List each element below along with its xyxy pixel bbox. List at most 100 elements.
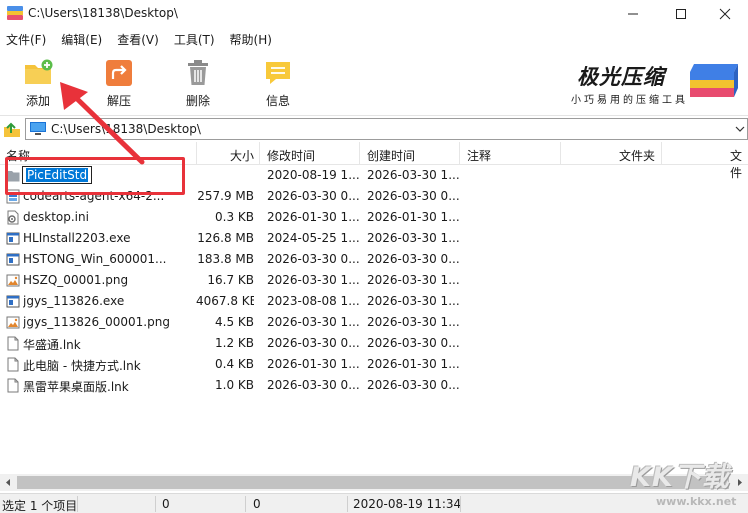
- app-icon: [7, 6, 23, 20]
- file-row[interactable]: 此电脑 - 快捷方式.lnk 0.4 KB 2026-01-30 1... 2026-…: [0, 354, 748, 375]
- file-size: 4067.8 KB: [196, 294, 254, 308]
- file-size: 1.2 KB: [215, 336, 254, 350]
- trash-icon: [188, 60, 208, 85]
- file-created: 2026-01-30 1...: [367, 210, 460, 224]
- file-name: 华盛通.lnk: [23, 338, 81, 352]
- status-date: 2020-08-19 11:34: [353, 497, 462, 511]
- file-created: 2026-03-30 1...: [367, 168, 460, 182]
- info-button[interactable]: 信息: [250, 58, 306, 114]
- file-created: 2026-01-30 1...: [367, 357, 460, 371]
- info-icon: [266, 62, 290, 84]
- window-title: C:\Users\18138\Desktop\: [28, 6, 178, 20]
- exe-icon: [6, 231, 20, 246]
- file-size: 16.7 KB: [207, 273, 254, 287]
- watermark-url: www.kkx.net: [656, 495, 737, 508]
- file-size: 0.3 KB: [215, 210, 254, 224]
- delete-label: 删除: [185, 94, 210, 108]
- file-modified: 2026-01-30 1...: [267, 357, 360, 371]
- title-bar: C:\Users\18138\Desktop\: [0, 0, 748, 28]
- file-row[interactable]: desktop.ini 0.3 KB 2026-01-30 1... 2026-01-…: [0, 207, 748, 228]
- menu-tools[interactable]: 工具(T): [174, 31, 215, 48]
- status-value-1: 0: [162, 497, 170, 511]
- file-created: 2026-03-30 1...: [367, 231, 460, 245]
- file-modified: 2024-05-25 1...: [267, 231, 360, 245]
- menu-view[interactable]: 查看(V): [117, 31, 159, 48]
- file-row[interactable]: jgys_113826_00001.png 4.5 KB 2026-03-30 1.…: [0, 312, 748, 333]
- close-icon: [719, 8, 731, 20]
- file-row[interactable]: 华盛通.lnk 1.2 KB 2026-03-30 0... 2026-03-30 0…: [0, 333, 748, 354]
- menu-bar: 文件(F) 编辑(E) 查看(V) 工具(T) 帮助(H): [0, 28, 748, 50]
- file-row[interactable]: 黑雷苹果桌面版.lnk 1.0 KB 2026-03-30 0... 2026-03-…: [0, 375, 748, 396]
- image-icon: [6, 315, 20, 330]
- file-created: 2026-03-30 0...: [367, 336, 460, 350]
- file-size: 1.0 KB: [215, 378, 254, 392]
- settings-file-icon: [6, 210, 20, 225]
- maximize-icon: [676, 9, 686, 19]
- col-created[interactable]: 创建时间: [367, 147, 415, 164]
- file-size: 126.8 MB: [197, 231, 254, 245]
- file-modified: 2026-03-30 0...: [267, 189, 360, 203]
- close-button[interactable]: [702, 0, 748, 28]
- col-folders[interactable]: 文件夹: [619, 147, 655, 164]
- file-size: 257.9 MB: [197, 189, 254, 203]
- status-selection: 选定 1 个项目: [2, 499, 78, 513]
- watermark-title: KK下载: [630, 462, 730, 493]
- file-created: 2026-03-30 1...: [367, 315, 460, 329]
- status-value-2: 0: [253, 497, 261, 511]
- info-label: 信息: [265, 94, 290, 108]
- file-created: 2026-03-30 0...: [367, 252, 460, 266]
- col-size[interactable]: 大小: [230, 147, 254, 164]
- file-modified: 2026-03-30 0...: [267, 378, 360, 392]
- minimize-button[interactable]: [610, 0, 656, 28]
- exe-icon: [6, 294, 20, 309]
- watermark: KK下载 www.kkx.net: [622, 455, 746, 513]
- file-modified: 2026-03-30 0...: [267, 336, 360, 350]
- file-modified: 2023-08-08 1...: [267, 294, 360, 308]
- file-row[interactable]: jgys_113826.exe 4067.8 KB 2023-08-08 1... 2…: [0, 291, 748, 312]
- file-icon: [6, 378, 20, 393]
- annotation-arrow-icon: [60, 82, 145, 165]
- delete-button[interactable]: 删除: [170, 58, 226, 114]
- file-icon: [6, 357, 20, 372]
- file-list: PicEditStd 2020-08-19 1... 2026-03-30 1...…: [0, 165, 748, 396]
- add-label: 添加: [25, 94, 50, 108]
- brand-name: 极光压缩: [577, 64, 665, 89]
- file-icon: [6, 336, 20, 351]
- maximize-button[interactable]: [658, 0, 704, 28]
- file-created: 2026-03-30 0...: [367, 378, 460, 392]
- file-row[interactable]: HLInstall2203.exe 126.8 MB 2024-05-25 1...…: [0, 228, 748, 249]
- col-modified[interactable]: 修改时间: [267, 147, 315, 164]
- file-created: 2026-03-30 0...: [367, 189, 460, 203]
- exe-icon: [6, 252, 20, 267]
- file-name: HLInstall2203.exe: [23, 231, 131, 245]
- file-modified: 2026-01-30 1...: [267, 210, 360, 224]
- file-name: jgys_113826.exe: [23, 294, 125, 308]
- chevron-down-icon[interactable]: [735, 125, 745, 133]
- brand-icon: [690, 64, 738, 97]
- file-modified: 2026-03-30 1...: [267, 315, 360, 329]
- scroll-left-icon[interactable]: [4, 478, 12, 487]
- file-modified: 2026-03-30 0...: [267, 252, 360, 266]
- computer-icon: [30, 122, 46, 135]
- image-icon: [6, 273, 20, 288]
- col-comment[interactable]: 注释: [467, 147, 491, 164]
- file-name: 黑雷苹果桌面版.lnk: [23, 380, 129, 394]
- file-created: 2026-03-30 1...: [367, 294, 460, 308]
- brand-tagline: 小巧易用的压缩工具: [571, 95, 688, 106]
- file-size: 183.8 MB: [197, 252, 254, 266]
- menu-edit[interactable]: 编辑(E): [61, 31, 102, 48]
- add-folder-icon: [25, 59, 53, 84]
- file-size: 4.5 KB: [215, 315, 254, 329]
- file-name: desktop.ini: [23, 210, 89, 224]
- up-folder-icon[interactable]: [3, 120, 21, 138]
- file-name: HSZQ_00001.png: [23, 273, 129, 287]
- file-modified: 2020-08-19 1...: [267, 168, 360, 182]
- file-name: HSTONG_Win_600001...: [23, 252, 167, 266]
- file-created: 2026-03-30 1...: [367, 273, 460, 287]
- menu-file[interactable]: 文件(F): [6, 31, 46, 48]
- file-row[interactable]: HSZQ_00001.png 16.7 KB 2026-03-30 1... 2026…: [0, 270, 748, 291]
- menu-help[interactable]: 帮助(H): [230, 31, 272, 48]
- minimize-icon: [628, 13, 638, 15]
- file-row[interactable]: HSTONG_Win_600001... 183.8 MB 2026-03-30 0…: [0, 249, 748, 270]
- file-name: 此电脑 - 快捷方式.lnk: [23, 359, 141, 373]
